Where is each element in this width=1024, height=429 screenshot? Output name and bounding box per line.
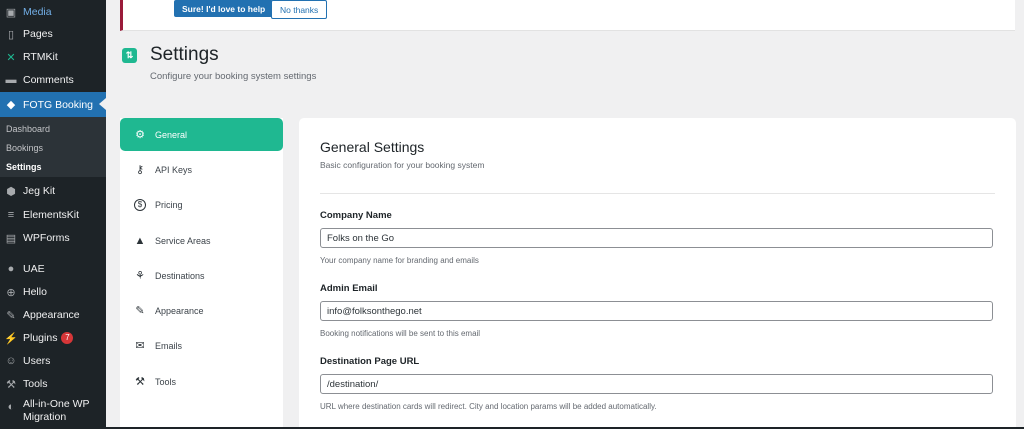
tab-label: General bbox=[155, 129, 188, 140]
sidebar-item-label: WPForms bbox=[23, 232, 70, 244]
car-icon: ◆ bbox=[6, 99, 16, 111]
page-title: Settings bbox=[150, 44, 219, 65]
tab-destinations[interactable]: ⚘ Destinations bbox=[120, 259, 283, 292]
page-scroll-edge bbox=[1016, 0, 1024, 429]
map-icon: ▲ bbox=[134, 234, 146, 247]
company-name-label: Company Name bbox=[320, 210, 392, 221]
plugins-update-badge: 7 bbox=[61, 332, 74, 344]
plugins-icon: ⚡ bbox=[4, 332, 18, 345]
tab-label: Destinations bbox=[155, 270, 205, 281]
admin-email-help: Booking notifications will be sent to th… bbox=[320, 329, 481, 338]
sidebar-item-label: Pages bbox=[23, 28, 53, 40]
company-name-help: Your company name for branding and email… bbox=[320, 256, 479, 265]
wpforms-icon: ▤ bbox=[5, 232, 17, 245]
sidebar-item-label: FOTG Booking bbox=[23, 98, 94, 111]
admin-email-field[interactable] bbox=[320, 301, 993, 321]
divider bbox=[320, 193, 995, 194]
tools-icon: ⚒ bbox=[6, 378, 16, 391]
sidebar-item-label: Jeg Kit bbox=[23, 185, 56, 197]
destination-url-help: URL where destination cards will redirec… bbox=[320, 402, 657, 411]
sidebar-item-label: Tools bbox=[23, 378, 48, 390]
sidebar-item-label: Appearance bbox=[23, 309, 80, 321]
settings-page-icon: ⇅ bbox=[122, 48, 137, 63]
settings-tabs: ⚙ General ⚷ API Keys $ Pricing ▲ Service… bbox=[120, 118, 283, 429]
general-settings-panel: General Settings Basic configuration for… bbox=[299, 118, 1016, 429]
sidebar-item-uae[interactable]: ● UAE bbox=[0, 258, 106, 280]
company-name-field[interactable] bbox=[320, 228, 993, 248]
pages-icon: ▯ bbox=[7, 28, 15, 41]
hello-icon: ⊕ bbox=[6, 286, 16, 299]
tab-label: Appearance bbox=[155, 305, 204, 316]
sidebar-item-label: Plugins bbox=[23, 332, 58, 344]
tab-label: API Keys bbox=[155, 164, 193, 175]
jegkit-icon: ⬢ bbox=[6, 185, 16, 198]
users-icon: ☺ bbox=[5, 355, 17, 367]
tab-api-keys[interactable]: ⚷ API Keys bbox=[120, 153, 283, 186]
rtmkit-icon: ✕ bbox=[6, 51, 16, 64]
fotg-submenu: Dashboard Bookings Settings bbox=[0, 117, 106, 177]
tab-service-areas[interactable]: ▲ Service Areas bbox=[120, 224, 283, 257]
sidebar-item-jeg-kit[interactable]: ⬢ Jeg Kit bbox=[0, 180, 106, 202]
sidebar-item-label: Hello bbox=[23, 286, 47, 298]
tab-emails[interactable]: ✉ Emails bbox=[120, 329, 283, 362]
dollar-icon: $ bbox=[134, 198, 146, 211]
section-title: General Settings bbox=[320, 139, 425, 155]
uae-icon: ● bbox=[7, 263, 15, 275]
admin-notice: Sure! I'd love to help No thanks bbox=[120, 0, 1015, 31]
appearance-icon: ✎ bbox=[6, 309, 16, 322]
brush-icon: ✎ bbox=[135, 305, 145, 317]
media-icon: ▣ bbox=[5, 6, 17, 19]
sidebar-item-label: Comments bbox=[23, 74, 74, 86]
sidebar-item-hello[interactable]: ⊕ Hello bbox=[0, 281, 106, 303]
sidebar-item-wpforms[interactable]: ▤ WPForms bbox=[0, 227, 106, 249]
sidebar-item-media[interactable]: ▣ Media bbox=[0, 1, 106, 23]
destination-url-field[interactable] bbox=[320, 374, 993, 394]
sidebar-item-label: UAE bbox=[23, 263, 45, 275]
no-thanks-button[interactable]: No thanks bbox=[271, 0, 328, 19]
sidebar-item-appearance[interactable]: ✎ Appearance bbox=[0, 304, 106, 326]
section-description: Basic configuration for your booking sys… bbox=[320, 160, 485, 170]
sidebar-item-plugins[interactable]: ⚡ Plugins 7 bbox=[0, 327, 106, 349]
submenu-settings[interactable]: Settings bbox=[6, 162, 42, 172]
sidebar-item-label: Media bbox=[23, 6, 52, 18]
sidebar-item-comments[interactable]: ▬ Comments bbox=[0, 69, 106, 91]
submenu-dashboard[interactable]: Dashboard bbox=[6, 124, 50, 134]
comments-icon: ▬ bbox=[5, 74, 17, 86]
sidebar-item-fotg-booking[interactable]: ◆ FOTG Booking bbox=[0, 92, 106, 117]
sidebar-item-tools[interactable]: ⚒ Tools bbox=[0, 373, 106, 395]
key-icon: ⚷ bbox=[135, 164, 145, 176]
sidebar-item-users[interactable]: ☺ Users bbox=[0, 350, 106, 372]
sidebar-item-pages[interactable]: ▯ Pages bbox=[0, 23, 106, 45]
tab-tools[interactable]: ⚒ Tools bbox=[120, 365, 283, 398]
gear-icon: ⚙ bbox=[135, 129, 145, 141]
migration-icon: ◐ bbox=[7, 401, 15, 413]
sidebar-item-label: All-in-One WP Migration bbox=[23, 398, 90, 423]
tab-pricing[interactable]: $ Pricing bbox=[120, 188, 283, 221]
admin-sidebar: ▣ Media ▯ Pages ✕ RTMKit ▬ Comments ◆ FO… bbox=[0, 0, 106, 429]
wrench-icon: ⚒ bbox=[135, 376, 145, 388]
sidebar-item-elementskit[interactable]: ≡ ElementsKit bbox=[0, 204, 106, 226]
envelope-icon: ✉ bbox=[135, 340, 145, 352]
submenu-bookings[interactable]: Bookings bbox=[6, 143, 43, 153]
sidebar-item-label: ElementsKit bbox=[23, 209, 80, 221]
tab-general[interactable]: ⚙ General bbox=[120, 118, 283, 151]
tab-label: Pricing bbox=[155, 199, 183, 210]
elementskit-icon: ≡ bbox=[7, 209, 15, 221]
page-subtitle: Configure your booking system settings bbox=[150, 71, 317, 82]
sidebar-item-all-in-one-wp-migration[interactable]: ◐ All-in-One WP Migration bbox=[0, 398, 106, 428]
sidebar-item-label: RTMKit bbox=[23, 51, 58, 63]
sidebar-item-label: Users bbox=[23, 355, 51, 367]
admin-email-label: Admin Email bbox=[320, 283, 378, 294]
tab-label: Service Areas bbox=[155, 235, 211, 246]
accept-help-button[interactable]: Sure! I'd love to help bbox=[174, 0, 274, 17]
tab-appearance[interactable]: ✎ Appearance bbox=[120, 294, 283, 327]
palm-tree-icon: ⚘ bbox=[135, 270, 145, 282]
tab-label: Tools bbox=[155, 376, 177, 387]
tab-label: Emails bbox=[155, 340, 183, 351]
sidebar-item-rtmkit[interactable]: ✕ RTMKit bbox=[0, 46, 106, 68]
destination-url-label: Destination Page URL bbox=[320, 356, 420, 367]
